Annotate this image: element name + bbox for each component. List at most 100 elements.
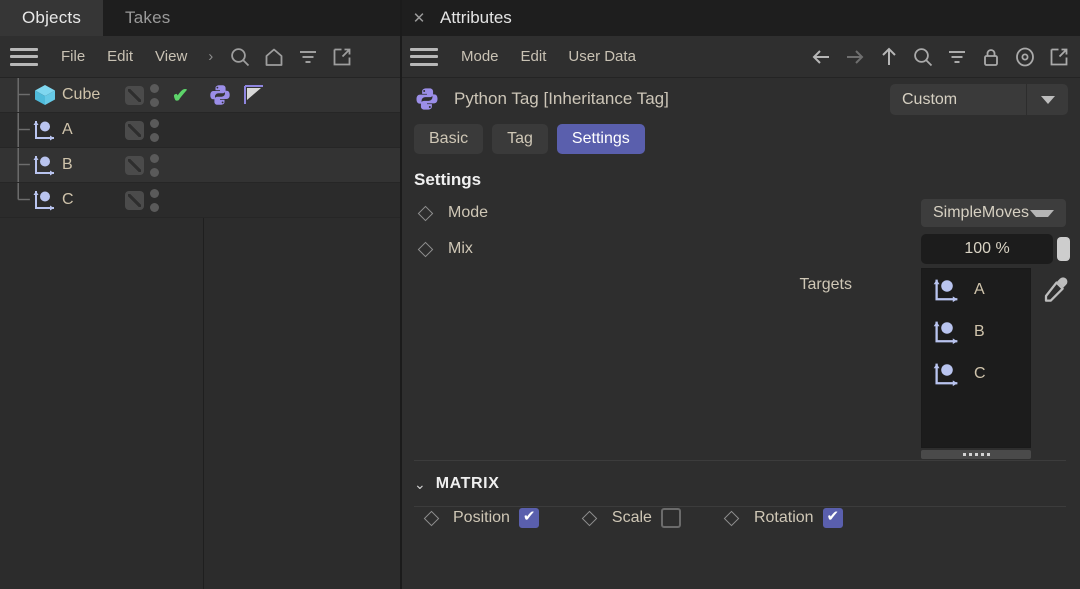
position-label: Position bbox=[453, 509, 510, 526]
tree-item-label: C bbox=[62, 191, 74, 208]
mode-row: Mode SimpleMoves bbox=[400, 196, 1080, 230]
page-title: Attributes bbox=[440, 8, 512, 27]
null-object-icon bbox=[33, 121, 54, 141]
null-object-icon bbox=[933, 363, 958, 387]
attributes-panel: ✕ Attributes Mode Edit User Data Python … bbox=[400, 0, 1080, 589]
filter-icon[interactable] bbox=[291, 42, 325, 72]
eyedropper-icon[interactable] bbox=[1040, 274, 1072, 306]
objects-panel: Objects Takes File Edit View › Cube ✔ A … bbox=[0, 0, 400, 589]
panel-divider[interactable] bbox=[400, 0, 402, 589]
scale-checkbox[interactable] bbox=[660, 508, 681, 528]
matrix-option-position[interactable]: Position bbox=[420, 507, 539, 529]
matrix-option-scale[interactable]: Scale bbox=[579, 507, 681, 529]
home-icon[interactable] bbox=[257, 42, 291, 72]
chevron-down-icon[interactable]: ⌄ bbox=[414, 476, 426, 493]
tab-objects[interactable]: Objects bbox=[0, 0, 104, 36]
edit-toggle-icon[interactable] bbox=[125, 120, 144, 140]
attributes-toolbar: Mode Edit User Data bbox=[400, 36, 1080, 78]
keyframe-diamond-icon[interactable] bbox=[579, 507, 601, 529]
matrix-section-header[interactable]: ⌄ MATRIX bbox=[400, 461, 1080, 497]
objects-toolbar: File Edit View › bbox=[0, 36, 400, 78]
targets-row: Targets A B C bbox=[400, 268, 1080, 459]
up-arrow-icon[interactable] bbox=[872, 42, 906, 72]
mix-row: Mix 100 % bbox=[400, 230, 1080, 268]
python-tag-icon bbox=[416, 88, 438, 110]
tab-takes[interactable]: Takes bbox=[103, 0, 192, 36]
edit-toggle-icon[interactable] bbox=[125, 155, 144, 175]
python-tag-icon[interactable] bbox=[208, 83, 232, 107]
external-link-icon[interactable] bbox=[325, 42, 359, 72]
visibility-dots[interactable] bbox=[150, 153, 159, 177]
lock-icon[interactable] bbox=[974, 42, 1008, 72]
tree-item-label: B bbox=[62, 156, 73, 173]
mode-label: Mode bbox=[448, 204, 489, 221]
mode-dropdown[interactable]: SimpleMoves bbox=[921, 199, 1066, 227]
search-icon[interactable] bbox=[223, 42, 257, 72]
search-icon[interactable] bbox=[906, 42, 940, 72]
menu-view[interactable]: View bbox=[144, 48, 198, 65]
keyframe-diamond-icon[interactable] bbox=[414, 238, 436, 260]
filter-icon[interactable] bbox=[940, 42, 974, 72]
cube-icon bbox=[35, 85, 55, 105]
table-row[interactable]: A bbox=[0, 113, 400, 148]
matrix-options-row: Position Scale Rotation bbox=[400, 497, 1080, 529]
target-icon[interactable] bbox=[1008, 42, 1042, 72]
hamburger-menu-icon[interactable] bbox=[410, 47, 438, 66]
list-item[interactable]: C bbox=[922, 353, 1030, 395]
back-arrow-icon[interactable] bbox=[804, 42, 838, 72]
mix-label: Mix bbox=[448, 240, 473, 257]
chevron-down-icon[interactable] bbox=[1026, 84, 1068, 115]
keyframe-diamond-icon[interactable] bbox=[420, 507, 442, 529]
table-row[interactable]: B bbox=[0, 148, 400, 183]
visibility-dots[interactable] bbox=[150, 83, 159, 107]
mix-value-field[interactable]: 100 % bbox=[921, 234, 1053, 264]
null-object-icon bbox=[933, 279, 958, 303]
external-link-icon[interactable] bbox=[1042, 42, 1076, 72]
enabled-check-icon[interactable]: ✔ bbox=[172, 83, 189, 108]
preset-dropdown[interactable]: Custom bbox=[890, 84, 1068, 115]
menu-edit[interactable]: Edit bbox=[510, 48, 558, 65]
tab-basic[interactable]: Basic bbox=[414, 124, 484, 154]
table-row[interactable]: C bbox=[0, 183, 400, 218]
null-object-icon bbox=[33, 191, 54, 211]
visibility-dots[interactable] bbox=[150, 188, 159, 212]
mix-slider[interactable] bbox=[1056, 234, 1070, 264]
list-item-label: C bbox=[974, 365, 986, 382]
tree-item-label: A bbox=[62, 121, 73, 138]
table-row[interactable]: Cube ✔ bbox=[0, 78, 400, 113]
edit-toggle-icon[interactable] bbox=[125, 85, 144, 105]
visibility-dots[interactable] bbox=[150, 118, 159, 142]
menu-mode[interactable]: Mode bbox=[450, 48, 510, 65]
targets-list[interactable]: A B C bbox=[921, 268, 1031, 448]
menu-edit[interactable]: Edit bbox=[96, 48, 144, 65]
hamburger-menu-icon[interactable] bbox=[10, 47, 38, 66]
rotation-label: Rotation bbox=[753, 509, 814, 526]
resize-grip[interactable] bbox=[921, 450, 1031, 459]
settings-section-title: Settings bbox=[414, 170, 482, 189]
list-item-label: B bbox=[974, 323, 985, 340]
null-object-icon bbox=[933, 321, 958, 345]
menu-file[interactable]: File bbox=[50, 48, 96, 65]
slider-knob[interactable] bbox=[1056, 237, 1070, 261]
list-item[interactable]: A bbox=[922, 269, 1030, 311]
tab-tag[interactable]: Tag bbox=[492, 124, 548, 154]
edit-toggle-icon[interactable] bbox=[125, 190, 144, 210]
tab-objects-label: Objects bbox=[22, 8, 82, 27]
matrix-option-rotation[interactable]: Rotation bbox=[721, 507, 843, 529]
tree-item-label: Cube bbox=[62, 86, 101, 103]
position-checkbox[interactable] bbox=[518, 507, 539, 528]
keyframe-diamond-icon[interactable] bbox=[414, 202, 436, 224]
close-icon[interactable]: ✕ bbox=[410, 9, 428, 27]
mode-dropdown-value: SimpleMoves bbox=[933, 204, 1030, 221]
inheritance-tag-icon[interactable] bbox=[242, 83, 266, 107]
tab-settings[interactable]: Settings bbox=[556, 124, 645, 154]
forward-arrow-icon[interactable] bbox=[838, 42, 872, 72]
rotation-checkbox[interactable] bbox=[822, 507, 843, 528]
menu-user-data[interactable]: User Data bbox=[557, 48, 647, 65]
keyframe-diamond-icon[interactable] bbox=[721, 507, 743, 529]
list-item[interactable]: B bbox=[922, 311, 1030, 353]
list-item-label: A bbox=[974, 281, 985, 298]
chevron-right-icon[interactable]: › bbox=[198, 48, 223, 65]
attributes-body: Python Tag [Inheritance Tag] Custom Basi… bbox=[400, 78, 1080, 529]
object-tree[interactable]: Cube ✔ A B C bbox=[0, 78, 400, 589]
